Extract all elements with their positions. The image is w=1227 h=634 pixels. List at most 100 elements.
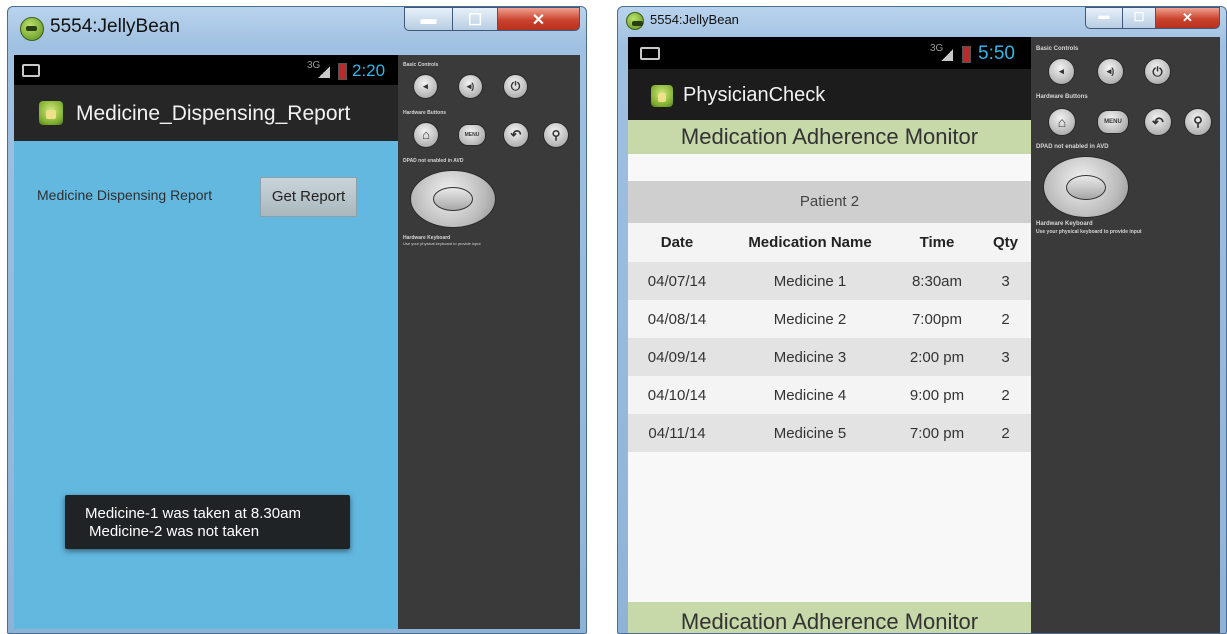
cell-qty: 2 [1001,425,1010,442]
device-screen: 3G 2:20 Medicine_Dispensing_Report Medic… [14,55,398,629]
table-row: 04/09/14 Medicine 3 2:00 pm 3 [628,338,1031,376]
cell-date: 04/09/14 [647,349,707,366]
maximize-button[interactable]: ☐ [452,7,498,31]
column-header-medication: Medication Name [748,234,872,251]
action-bar: PhysicianCheck [628,69,1031,120]
column-header-time: Time [919,234,955,251]
search-button[interactable]: ⚲ [543,122,569,148]
maximize-icon: ☐ [1133,10,1145,24]
table-row: 04/11/14 Medicine 5 7:00 pm 2 [628,414,1031,452]
cell-time: 9:00 pm [909,387,965,404]
app-title: PhysicianCheck [683,84,826,106]
device-screen: 3G 5:50 PhysicianCheck Medication Adhere… [628,37,1031,633]
dpad[interactable] [410,170,496,228]
close-icon: ✕ [1182,10,1193,25]
menu-button[interactable]: MENU [458,124,486,146]
cell-qty: 3 [1001,273,1010,290]
battery-icon [962,46,971,63]
volume-up-button[interactable]: ◂) [1097,58,1124,85]
cell-date: 04/11/14 [648,425,706,442]
hardware-keyboard-label: Hardware Keyboard [1036,221,1093,227]
keyboard-notification-icon [22,64,40,77]
volume-up-button[interactable]: ◂) [458,74,483,99]
power-button[interactable]: ⏻ [503,74,528,99]
minimize-icon: ▬ [1098,10,1110,22]
home-button[interactable]: ⌂ [413,122,439,148]
cell-time: 7:00 pm [909,425,965,442]
toast-line-1: Medicine-1 was taken at 8.30am [85,505,301,522]
column-header-date: Date [660,234,694,251]
menu-button[interactable]: MENU [1097,110,1129,134]
window-title: 5554:JellyBean [650,12,739,27]
toast-message: Medicine-1 was taken at 8.30am Medicine-… [65,495,350,549]
cell-date: 04/07/14 [647,273,707,290]
table-row: 04/10/14 Medicine 4 9:00 pm 2 [628,376,1031,414]
minimize-button[interactable]: ▬ [404,7,453,31]
report-label: Medicine Dispensing Report [37,187,213,203]
patient-header: Patient 2 [628,181,1031,223]
emulator-window-right: 5554:JellyBean ▬ ☐ ✕ 3G 5:50 PhysicianCh… [617,6,1227,634]
emulator-controls-panel: Basic Controls ◂ ◂) ⏻ Hardware Buttons ⌂… [1031,37,1220,633]
cell-medication: Medicine 3 [773,349,847,366]
dpad-label: DPAD not enabled in AVD [403,158,464,164]
cell-time: 2:00 pm [909,349,965,366]
dpad[interactable] [1043,156,1129,218]
android-emulator-icon [626,12,644,30]
search-button[interactable]: ⚲ [1184,108,1212,136]
status-time: 5:50 [978,43,1015,64]
hardware-buttons-label: Hardware Buttons [403,110,447,116]
table-row: 04/07/14 Medicine 1 8:30am 3 [628,262,1031,300]
minimize-icon: ▬ [420,11,437,28]
hardware-buttons-label: Hardware Buttons [1036,94,1088,100]
volume-down-button[interactable]: ◂ [1048,58,1075,85]
keyboard-hint: Use your physical keyboard to provide in… [1036,229,1142,235]
app-title: Medicine_Dispensing_Report [76,102,351,125]
table-row: 04/08/14 Medicine 2 7:00pm 2 [628,300,1031,338]
emulator-window-left: 5554:JellyBean ▬ ☐ ✕ 3G 2:20 Medicine_Di… [7,6,587,634]
signal-icon [941,49,953,61]
toast-line-2: Medicine-2 was not taken [89,523,260,540]
power-button[interactable]: ⏻ [1144,58,1171,85]
close-button[interactable]: ✕ [497,7,580,31]
cell-time: 7:00pm [911,311,963,328]
cell-time: 8:30am [911,273,963,290]
android-emulator-icon [20,17,44,41]
table-header: Date Medication Name Time Qty [628,223,1031,262]
maximize-button[interactable]: ☐ [1122,7,1156,29]
app-content: Medication Adherence Monitor Patient 2 D… [628,120,1031,633]
status-bar: 3G 2:20 [14,55,398,85]
signal-icon [318,66,330,78]
back-button[interactable]: ↶ [1144,108,1172,136]
volume-down-button[interactable]: ◂ [413,74,438,99]
status-time: 2:20 [352,61,386,80]
banner-top: Medication Adherence Monitor [628,120,1031,154]
dpad-center[interactable] [433,187,473,211]
banner-bottom: Medication Adherence Monitor [628,602,1031,633]
emulator-controls-panel: Basic Controls ◂ ◂) ⏻ Hardware Buttons ⌂… [398,55,580,629]
home-button[interactable]: ⌂ [1048,108,1076,136]
back-button[interactable]: ↶ [503,122,529,148]
dpad-label: DPAD not enabled in AVD [1036,144,1109,150]
dpad-center[interactable] [1066,175,1106,200]
cell-medication: Medicine 5 [773,425,847,442]
app-content: Medicine Dispensing Report Get Report Me… [14,141,398,629]
app-icon [39,101,63,125]
cell-qty: 3 [1001,349,1010,366]
keyboard-hint: Use your physical keyboard to provide in… [403,241,481,246]
close-button[interactable]: ✕ [1155,7,1220,29]
minimize-button[interactable]: ▬ [1085,7,1123,29]
action-bar: Medicine_Dispensing_Report [14,85,398,141]
cell-qty: 2 [1001,311,1010,328]
cell-date: 04/10/14 [647,387,707,404]
cell-medication: Medicine 2 [773,311,847,328]
cell-medication: Medicine 4 [773,387,847,404]
basic-controls-label: Basic Controls [403,62,439,68]
window-title: 5554:JellyBean [50,16,180,37]
maximize-icon: ☐ [467,12,483,29]
cell-date: 04/08/14 [647,311,707,328]
get-report-button[interactable]: Get Report [260,177,357,217]
cell-medication: Medicine 1 [773,273,847,290]
status-bar: 3G 5:50 [628,37,1031,69]
battery-icon [338,63,347,80]
app-icon [651,85,673,107]
